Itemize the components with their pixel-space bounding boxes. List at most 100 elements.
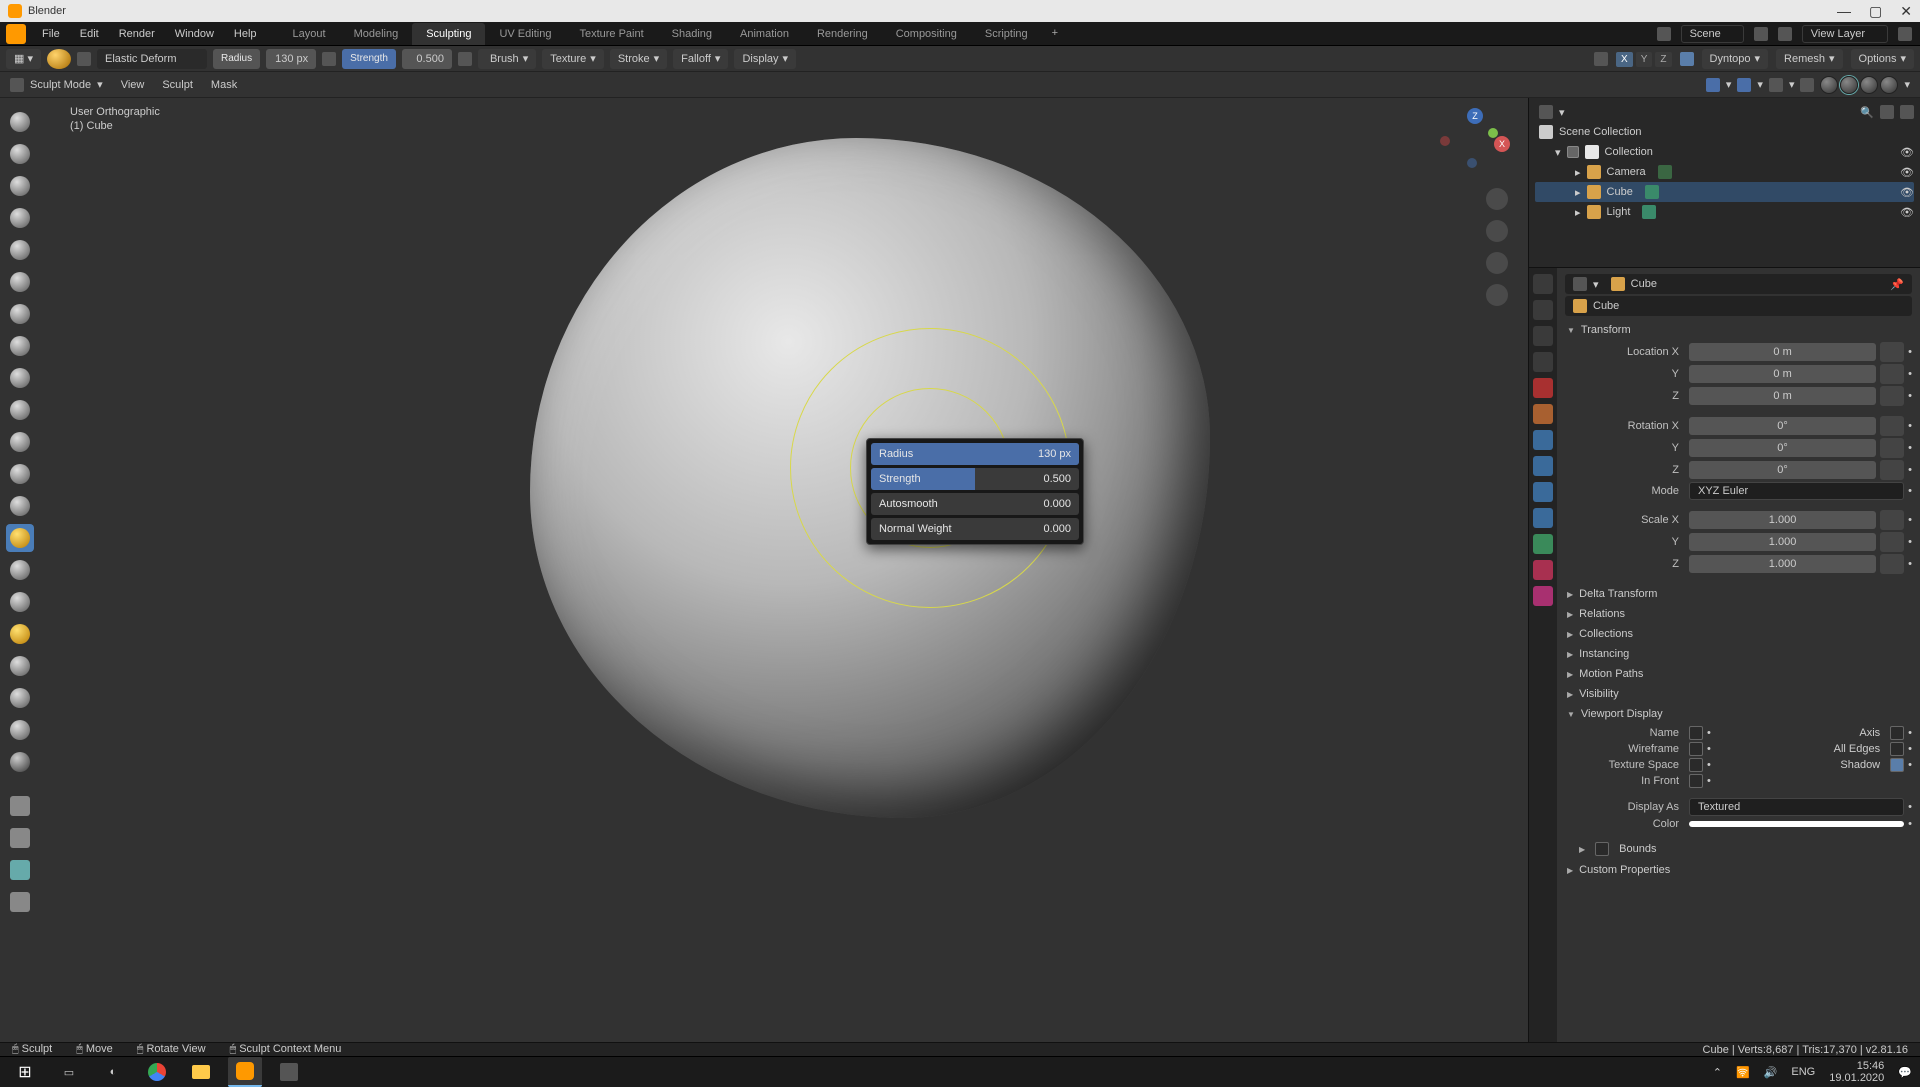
tool-scrape[interactable] bbox=[6, 428, 34, 456]
taskbar-chrome[interactable] bbox=[140, 1057, 174, 1087]
tab-scene[interactable] bbox=[1533, 352, 1553, 372]
falloff-dropdown[interactable]: Falloff ▾ bbox=[673, 49, 728, 69]
tab-particles[interactable] bbox=[1533, 456, 1553, 476]
lock-icon[interactable] bbox=[1880, 364, 1904, 384]
tray-volume-icon[interactable]: 🔊 bbox=[1764, 1066, 1778, 1079]
taskbar-app-1[interactable]: ◐ bbox=[96, 1057, 130, 1087]
task-view-button[interactable]: ▭ bbox=[52, 1057, 86, 1087]
popup-radius[interactable]: Radius130 px bbox=[871, 443, 1079, 465]
lock-icon[interactable] bbox=[1880, 510, 1904, 530]
tool-fill[interactable] bbox=[6, 396, 34, 424]
filter-icon[interactable] bbox=[1880, 105, 1894, 119]
tab-modeling[interactable]: Modeling bbox=[340, 23, 413, 45]
tab-mesh[interactable] bbox=[1533, 534, 1553, 554]
camera-view-icon[interactable] bbox=[1486, 252, 1508, 274]
infront-checkbox[interactable] bbox=[1689, 774, 1703, 788]
tool-rotate[interactable] bbox=[6, 684, 34, 712]
tool-clay[interactable] bbox=[6, 140, 34, 168]
scene-icon[interactable] bbox=[1657, 27, 1671, 41]
rotation-mode-dropdown[interactable]: XYZ Euler bbox=[1689, 482, 1904, 500]
cube-row[interactable]: ▸Cube👁 bbox=[1535, 182, 1914, 202]
mode-icon[interactable] bbox=[10, 78, 24, 92]
location-x[interactable]: 0 m bbox=[1689, 343, 1876, 361]
object-name-field[interactable]: Cube bbox=[1565, 296, 1912, 316]
visibility-toggle-icon[interactable]: 👁 bbox=[1900, 186, 1914, 199]
location-y[interactable]: 0 m bbox=[1689, 365, 1876, 383]
rotation-z[interactable]: 0° bbox=[1689, 461, 1876, 479]
light-row[interactable]: ▸Light👁 bbox=[1535, 202, 1914, 222]
tab-compositing[interactable]: Compositing bbox=[882, 23, 971, 45]
tab-modifiers[interactable] bbox=[1533, 430, 1553, 450]
tab-texture[interactable] bbox=[1533, 586, 1553, 606]
menu-edit[interactable]: Edit bbox=[70, 24, 109, 44]
outliner[interactable]: ▾ 🔍 Scene Collection ▾Collection👁 ▸Camer… bbox=[1529, 98, 1920, 268]
tool-simplify[interactable] bbox=[6, 716, 34, 744]
persp-ortho-icon[interactable] bbox=[1486, 284, 1508, 306]
tool-draw[interactable] bbox=[6, 108, 34, 136]
color-swatch[interactable] bbox=[1689, 821, 1904, 827]
mode-dropdown[interactable]: Sculpt Mode bbox=[30, 79, 91, 91]
shading-toggle-icon[interactable] bbox=[1800, 78, 1814, 92]
tab-render[interactable] bbox=[1533, 274, 1553, 294]
tool-pinch[interactable] bbox=[6, 460, 34, 488]
lock-icon[interactable] bbox=[1880, 460, 1904, 480]
tab-material[interactable] bbox=[1533, 560, 1553, 580]
bounds-header[interactable]: ▶Bounds bbox=[1565, 838, 1912, 860]
camera-row[interactable]: ▸Camera👁 bbox=[1535, 162, 1914, 182]
tool-annotate[interactable] bbox=[6, 888, 34, 916]
tab-scripting[interactable]: Scripting bbox=[971, 23, 1042, 45]
tool-box-hide[interactable] bbox=[6, 824, 34, 852]
tool-thumb[interactable] bbox=[6, 588, 34, 616]
collection-row[interactable]: ▾Collection👁 bbox=[1535, 142, 1914, 162]
lock-icon[interactable] bbox=[1880, 416, 1904, 436]
menu-window[interactable]: Window bbox=[165, 24, 224, 44]
axis-checkbox[interactable] bbox=[1890, 726, 1904, 740]
menu-render[interactable]: Render bbox=[109, 24, 165, 44]
motion-paths-header[interactable]: ▶Motion Paths bbox=[1565, 664, 1912, 684]
tab-shading[interactable]: Shading bbox=[658, 23, 726, 45]
tray-network-icon[interactable]: 🛜 bbox=[1736, 1066, 1750, 1079]
location-z[interactable]: 0 m bbox=[1689, 387, 1876, 405]
close-button[interactable]: ✕ bbox=[1900, 3, 1912, 20]
brush-preset-icon[interactable] bbox=[47, 49, 71, 69]
brush-name-field[interactable]: Elastic Deform bbox=[97, 49, 207, 69]
lock-icon[interactable] bbox=[1880, 532, 1904, 552]
tray-chevron-icon[interactable]: ⌃ bbox=[1713, 1066, 1722, 1079]
delta-transform-header[interactable]: ▶Delta Transform bbox=[1565, 584, 1912, 604]
shading-matprev[interactable] bbox=[1860, 76, 1878, 94]
breadcrumb[interactable]: ▾ Cube 📌 bbox=[1565, 274, 1912, 294]
tab-viewlayer[interactable] bbox=[1533, 326, 1553, 346]
pin-toggle-icon[interactable]: 📌 bbox=[1890, 278, 1904, 291]
new-viewlayer-icon[interactable] bbox=[1898, 27, 1912, 41]
tool-nudge[interactable] bbox=[6, 652, 34, 680]
tool-snake-hook[interactable] bbox=[6, 556, 34, 584]
taskbar-explorer[interactable] bbox=[184, 1057, 218, 1087]
overlays-toggle-icon[interactable] bbox=[1706, 78, 1720, 92]
visibility-toggle-icon[interactable]: 👁 bbox=[1900, 146, 1914, 159]
scene-collection-row[interactable]: Scene Collection bbox=[1535, 122, 1914, 142]
popup-autosmooth[interactable]: Autosmooth0.000 bbox=[871, 493, 1079, 515]
viewport-display-header[interactable]: ▼Viewport Display bbox=[1565, 704, 1912, 724]
name-checkbox[interactable] bbox=[1689, 726, 1703, 740]
tab-constraints[interactable] bbox=[1533, 508, 1553, 528]
custom-properties-header[interactable]: ▶Custom Properties bbox=[1565, 860, 1912, 880]
menu-file[interactable]: File bbox=[32, 24, 70, 44]
instancing-header[interactable]: ▶Instancing bbox=[1565, 644, 1912, 664]
tool-crease[interactable] bbox=[6, 300, 34, 328]
rotation-y[interactable]: 0° bbox=[1689, 439, 1876, 457]
minimize-button[interactable]: — bbox=[1837, 3, 1851, 20]
strength-value[interactable]: 0.500 bbox=[402, 49, 452, 69]
popup-strength[interactable]: Strength0.500 bbox=[871, 468, 1079, 490]
tab-physics[interactable] bbox=[1533, 482, 1553, 502]
stroke-dropdown[interactable]: Stroke ▾ bbox=[610, 49, 667, 69]
scale-y[interactable]: 1.000 bbox=[1689, 533, 1876, 551]
tool-mesh-filter[interactable] bbox=[6, 856, 34, 884]
menu-help[interactable]: Help bbox=[224, 24, 267, 44]
popup-normal-weight[interactable]: Normal Weight0.000 bbox=[871, 518, 1079, 540]
brush-dropdown[interactable]: Brush ▾ bbox=[478, 49, 536, 69]
rotation-x[interactable]: 0° bbox=[1689, 417, 1876, 435]
navigation-gizmo[interactable]: Z X bbox=[1440, 108, 1510, 178]
symmetry-icon[interactable] bbox=[1594, 52, 1608, 66]
pan-icon[interactable] bbox=[1486, 220, 1508, 242]
lock-icon[interactable] bbox=[1880, 342, 1904, 362]
